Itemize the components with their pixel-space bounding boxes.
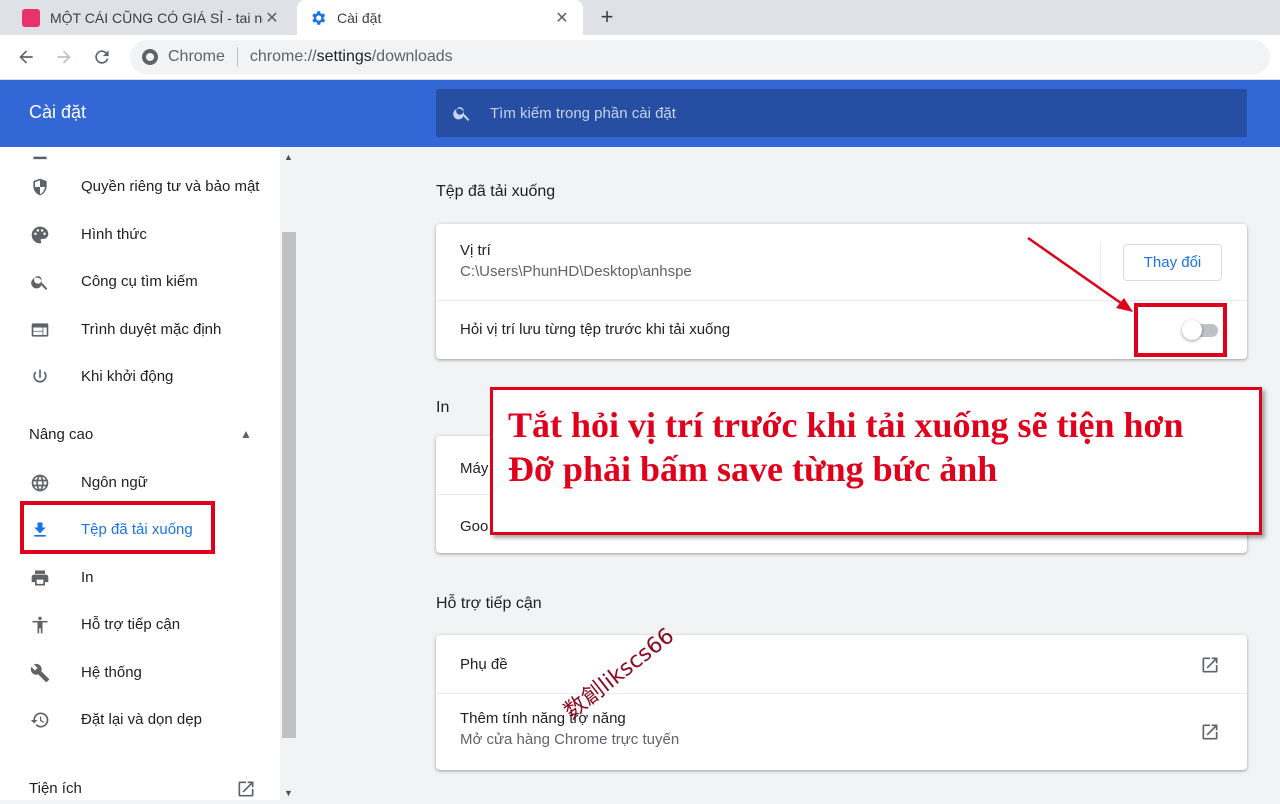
tab-strip: MỘT CÁI CŨNG CÓ GIÁ SỈ - tai ng ✕ Cài đặ… [0,0,1280,35]
url-host: settings [316,48,372,65]
sidebar-item-label: Hỗ trợ tiếp cận [81,616,181,633]
row-divider [436,693,1247,694]
external-link-icon[interactable] [236,779,256,799]
add-features-row[interactable]: Thêm tính năng trợ năng Mở cửa hàng Chro… [436,710,1247,748]
printer-icon [30,568,50,588]
sidebar-item-label: Khi khởi động [81,368,174,385]
sidebar-item-label: Trình duyệt mặc định [81,321,222,338]
advanced-section-label[interactable]: Nâng cao [29,426,93,443]
annotation-line-1: Tắt hỏi vị trí trước khi tải xuống sẽ ti… [508,405,1184,445]
shop-favicon-icon [22,8,40,27]
address-bar[interactable]: Chrome chrome://settings/downloads [130,40,1270,74]
restore-icon [30,710,50,730]
tab-title: Cài đặt [337,9,382,26]
close-icon[interactable]: ✕ [263,9,281,27]
annotation-highlight-toggle [1134,303,1227,357]
omnibox-url: chrome://settings/downloads [250,48,453,66]
settings-search[interactable] [436,89,1247,137]
sidebar-item-extensions[interactable]: Tiện ích [29,780,82,797]
sidebar-item-label: In [81,569,94,586]
sidebar-item-label: Hệ thống [81,664,142,681]
sidebar-item-appearance[interactable]: Hình thức [0,213,278,257]
shield-icon [30,177,50,197]
sidebar-item-search-engine[interactable]: Công cụ tìm kiếm [0,260,278,304]
scrollbar-thumb[interactable] [282,232,296,738]
tab-settings[interactable]: Cài đặt ✕ [297,0,583,35]
sidebar-item-label: Công cụ tìm kiếm [81,273,198,290]
external-link-icon[interactable] [1200,722,1220,742]
sidebar-item-label: Quyền riêng tư và bảo mật [81,178,260,195]
sidebar-item-on-startup[interactable]: Khi khởi động [0,355,278,399]
printing-section-title: In [436,399,450,416]
search-icon [30,272,50,292]
toolbar: Chrome chrome://settings/downloads [0,35,1280,80]
close-icon[interactable]: ✕ [553,9,571,27]
reload-icon[interactable] [88,43,116,71]
chrome-icon [142,49,158,65]
page-title: Cài đặt [29,102,87,122]
scroll-up-arrow-icon[interactable]: ▲ [284,152,293,162]
printers-label: Máy [460,460,489,477]
annotation-line-2: Đỡ phải bấm save từng bức ảnh [508,449,998,489]
accessibility-section-title: Hỗ trợ tiếp cận [436,595,542,612]
tab-shop[interactable]: MỘT CÁI CŨNG CÓ GIÁ SỈ - tai ng ✕ [10,0,293,35]
url-scheme: chrome:// [249,48,317,65]
downloads-section-title: Tệp đã tải xuống [436,183,556,200]
partial-icon [30,147,50,165]
settings-header: Cài đặt [0,80,1280,147]
omnibox-divider [236,47,238,67]
search-icon [452,103,472,123]
omnibox-chrome-label: Chrome [168,48,225,65]
sidebar: Quyền riêng tư và bảo mật Hình thức Công… [0,147,280,800]
power-icon [30,367,50,387]
sidebar-item-accessibility[interactable]: Hỗ trợ tiếp cận [0,603,278,647]
ask-location-label: Hỏi vị trí lưu từng tệp trước khi tải xu… [460,321,731,338]
sidebar-item-privacy[interactable]: Quyền riêng tư và bảo mật [0,165,278,209]
forward-arrow-icon[interactable] [50,43,78,71]
scroll-down-arrow-icon[interactable]: ▼ [284,788,293,798]
sidebar-item-label: Hình thức [81,226,147,243]
gear-icon [309,9,327,27]
sidebar-item-default-browser[interactable]: Trình duyệt mặc định [0,308,278,352]
chevron-up-icon[interactable]: ▲ [240,427,252,441]
browser-icon [30,320,50,340]
wrench-icon [30,663,50,683]
sidebar-item-system[interactable]: Hệ thống [0,651,278,695]
accessibility-icon [30,615,50,635]
annotation-callout: Tắt hỏi vị trí trước khi tải xuống sẽ ti… [490,387,1262,535]
annotation-arrow [1027,236,1133,312]
search-input[interactable] [490,104,1190,122]
ask-location-row[interactable]: Hỏi vị trí lưu từng tệp trước khi tải xu… [436,321,1247,338]
captions-row[interactable]: Phụ đề [436,656,1247,673]
external-link-icon[interactable] [1200,655,1220,675]
new-tab-button[interactable]: + [594,4,620,30]
sidebar-item-printing[interactable]: In [0,556,278,600]
sidebar-item-reset[interactable]: Đặt lại và dọn dẹp [0,698,278,742]
url-path: /downloads [371,48,453,65]
globe-icon [30,473,50,493]
sidebar-item-label: Ngôn ngữ [81,474,148,491]
add-features-sub: Mở cửa hàng Chrome trực tuyến [460,731,680,748]
back-arrow-icon[interactable] [12,43,40,71]
tab-title: MỘT CÁI CŨNG CÓ GIÁ SỈ - tai ng [50,9,263,26]
palette-icon [30,225,50,245]
sidebar-item-label: Đặt lại và dọn dẹp [81,711,202,728]
cloud-print-label: Goo [460,518,489,535]
captions-label: Phụ đề [460,656,508,673]
annotation-highlight-downloads [20,501,215,554]
sidebar-item-languages[interactable]: Ngôn ngữ [0,461,278,505]
